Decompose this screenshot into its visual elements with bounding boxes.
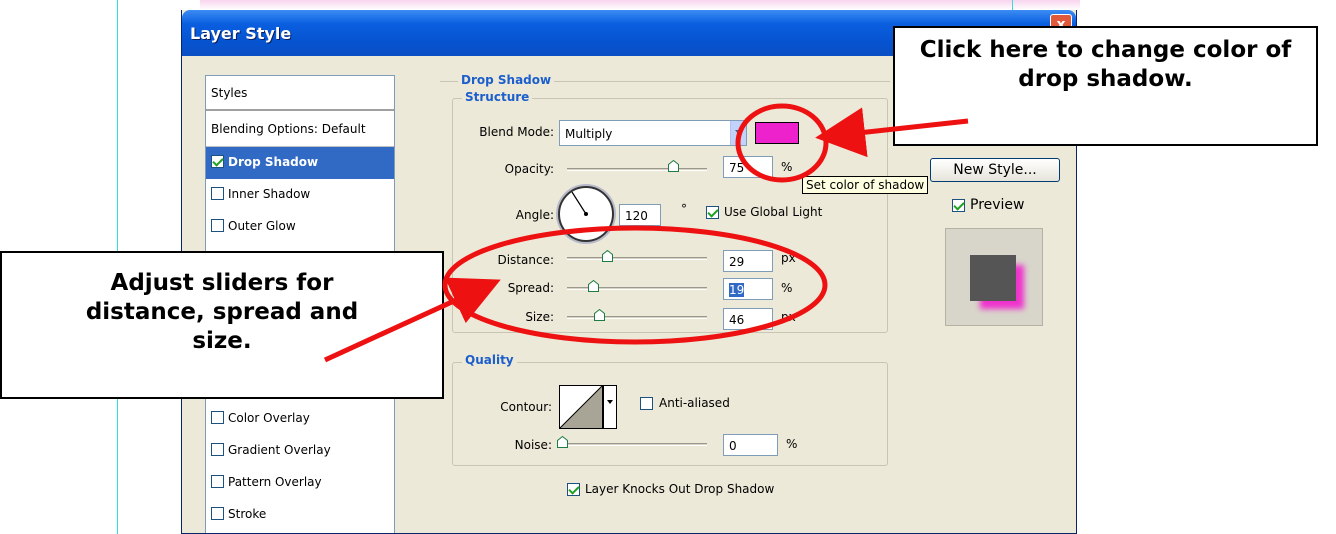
style-item-label: Gradient Overlay	[228, 443, 331, 457]
preview-thumbnail	[945, 228, 1043, 326]
preview-checkbox[interactable]	[952, 199, 965, 212]
gradient-overlay-checkbox[interactable]	[211, 443, 224, 456]
size-label: Size:	[525, 310, 554, 324]
preview-square	[970, 255, 1016, 301]
layer-knocks-out-checkbox[interactable]	[567, 483, 580, 496]
opacity-input[interactable]: 75	[723, 156, 773, 178]
angle-dial[interactable]	[558, 186, 614, 242]
chevron-down-icon	[607, 400, 613, 404]
preview-label[interactable]: Preview	[970, 197, 1025, 213]
new-style-button[interactable]: New Style...	[930, 158, 1060, 182]
style-item-gradient-overlay[interactable]: Gradient Overlay	[206, 435, 394, 467]
use-global-light-label[interactable]: Use Global Light	[724, 205, 822, 219]
stroke-checkbox[interactable]	[211, 507, 224, 520]
distance-unit: px	[781, 251, 796, 265]
color-tooltip: Set color of shadow	[802, 176, 929, 194]
blend-mode-value: Multiply	[565, 127, 613, 141]
noise-slider-thumb[interactable]	[557, 436, 568, 448]
opacity-unit: %	[781, 160, 793, 174]
contour-curve-icon	[559, 385, 603, 429]
spread-input[interactable]: 19	[723, 278, 773, 300]
size-unit: px	[781, 310, 796, 324]
angle-needle-icon	[571, 191, 588, 216]
spread-label: Spread:	[507, 281, 554, 295]
style-item-label: Drop Shadow	[228, 155, 319, 169]
style-item-label: Stroke	[228, 507, 267, 521]
background-canvas-strip	[200, 0, 1080, 10]
style-item-stroke[interactable]: Stroke	[206, 499, 394, 531]
use-global-light-checkbox[interactable]	[706, 206, 719, 219]
drop-shadow-checkbox[interactable]	[211, 155, 224, 168]
style-item-label: Color Overlay	[228, 411, 310, 425]
anti-aliased-label[interactable]: Anti-aliased	[659, 396, 730, 410]
style-item-label: Inner Shadow	[228, 187, 311, 201]
distance-slider-thumb[interactable]	[602, 250, 613, 262]
size-input[interactable]: 46	[723, 308, 773, 330]
noise-unit: %	[786, 437, 798, 451]
style-item-inner-shadow[interactable]: Inner Shadow	[206, 179, 394, 211]
style-item-pattern-overlay[interactable]: Pattern Overlay	[206, 467, 394, 499]
drop-shadow-section-title: Drop Shadow	[458, 73, 555, 87]
contour-dropdown-button[interactable]	[603, 385, 617, 429]
shadow-color-swatch[interactable]	[755, 122, 799, 144]
noise-input[interactable]: 0	[723, 434, 778, 456]
layer-knocks-out-label[interactable]: Layer Knocks Out Drop Shadow	[585, 482, 774, 496]
color-callout: Click here to change color of drop shado…	[893, 26, 1318, 146]
style-item-drop-shadow[interactable]: Drop Shadow	[206, 147, 394, 179]
anti-aliased-checkbox[interactable]	[640, 397, 653, 410]
distance-label: Distance:	[497, 253, 554, 267]
opacity-slider-thumb[interactable]	[668, 160, 679, 172]
styles-header[interactable]: Styles	[206, 76, 394, 111]
structure-title: Structure	[462, 90, 533, 104]
quality-title: Quality	[462, 353, 517, 367]
angle-unit: °	[681, 202, 687, 216]
size-slider-thumb[interactable]	[594, 309, 605, 321]
spread-slider-thumb[interactable]	[588, 280, 599, 292]
chevron-down-icon[interactable]	[730, 121, 746, 145]
pattern-overlay-checkbox[interactable]	[211, 475, 224, 488]
blend-mode-select[interactable]: Multiply	[559, 120, 747, 146]
angle-label: Angle:	[515, 208, 554, 222]
contour-label: Contour:	[500, 400, 552, 414]
sliders-callout: Adjust sliders for distance, spread and …	[0, 251, 444, 399]
spread-unit: %	[781, 281, 793, 295]
outer-glow-checkbox[interactable]	[211, 219, 224, 232]
blending-options-item[interactable]: Blending Options: Default	[206, 111, 394, 147]
spread-input-value: 19	[729, 283, 745, 297]
noise-slider-track[interactable]	[563, 443, 707, 446]
noise-label: Noise:	[514, 438, 552, 452]
size-slider-track[interactable]	[567, 316, 707, 319]
contour-picker[interactable]	[559, 385, 603, 429]
dialog-title: Layer Style	[190, 24, 292, 43]
opacity-slider-track[interactable]	[567, 168, 707, 171]
blend-mode-label: Blend Mode:	[479, 125, 554, 139]
color-overlay-checkbox[interactable]	[211, 411, 224, 424]
style-item-label: Outer Glow	[228, 219, 296, 233]
opacity-label: Opacity:	[504, 162, 554, 176]
style-item-label: Pattern Overlay	[228, 475, 322, 489]
style-item-color-overlay[interactable]: Color Overlay	[206, 403, 394, 435]
distance-slider-track[interactable]	[567, 257, 707, 260]
distance-input[interactable]: 29	[723, 250, 773, 272]
angle-input[interactable]: 120	[619, 204, 661, 226]
inner-shadow-checkbox[interactable]	[211, 187, 224, 200]
style-item-outer-glow[interactable]: Outer Glow	[206, 211, 394, 243]
